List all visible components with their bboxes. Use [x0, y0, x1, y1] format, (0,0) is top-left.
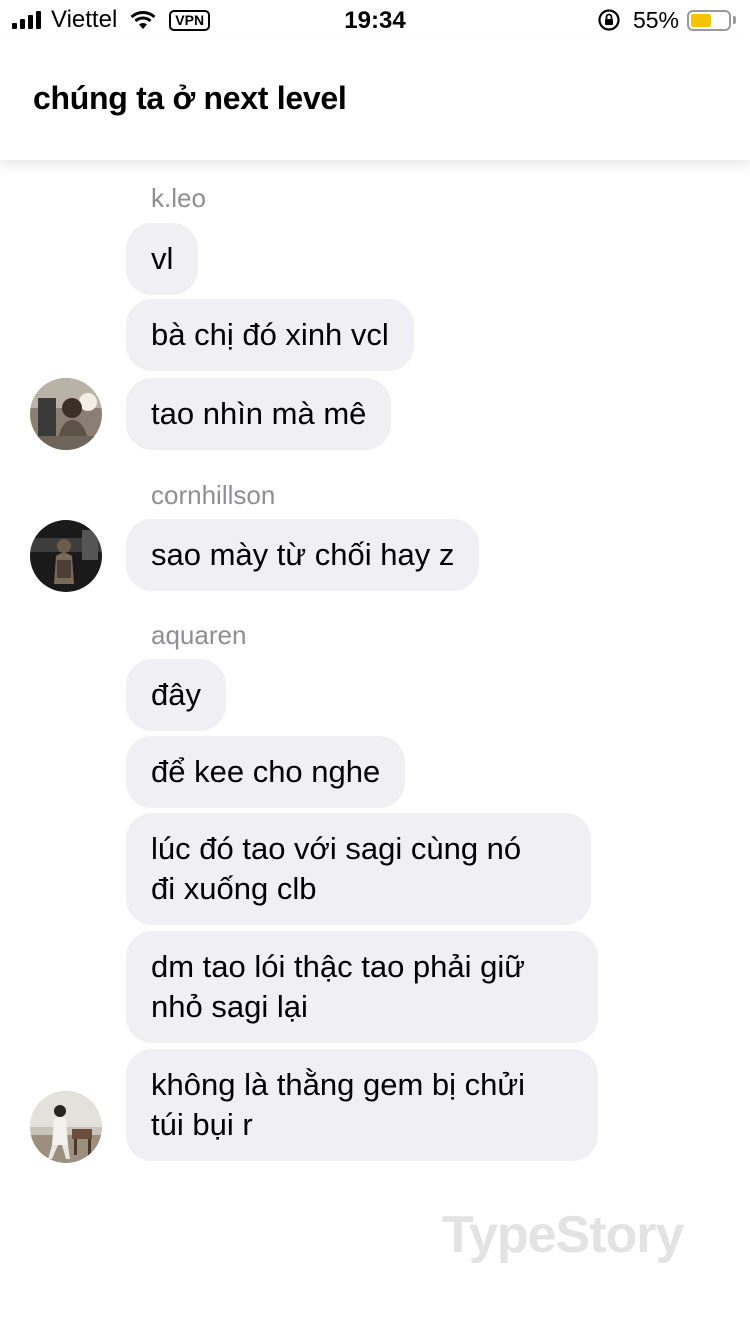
message-bubble[interactable]: tao nhìn mà mê [126, 378, 392, 450]
message-list[interactable]: k.leo vl bà chị đó xinh vcl tao nhìn mà … [0, 160, 750, 1334]
message-bubble[interactable]: sao mày từ chối hay z [126, 519, 480, 591]
message-bubble[interactable]: dm tao lói thậc tao phải giữ nhỏ sagi lạ… [126, 931, 598, 1043]
message-line: lúc đó tao với sagi cùng nó [151, 831, 522, 866]
avatar-cornhillson[interactable] [30, 520, 102, 592]
rotation-lock-icon [598, 9, 620, 31]
message-line: đi xuống clb [151, 871, 317, 906]
message-bubble[interactable]: không là thằng gem bị chửi túi bụi r [126, 1049, 598, 1161]
message-bubble[interactable]: lúc đó tao với sagi cùng nó đi xuống clb [126, 813, 591, 925]
avatar-k-leo[interactable] [30, 378, 102, 450]
chat-title[interactable]: chúng ta ở next level [33, 80, 347, 117]
sender-name: k.leo [151, 183, 206, 213]
chat-header: chúng ta ở next level [0, 40, 750, 160]
message-line: không là thằng gem bị chửi [151, 1067, 526, 1102]
battery-level [691, 13, 711, 27]
message-bubble[interactable]: vl [126, 223, 199, 295]
sender-name: cornhillson [151, 480, 276, 510]
status-bar: Viettel VPN 19:34 55% [0, 0, 750, 40]
message-bubble[interactable]: bà chị đó xinh vcl [126, 299, 414, 371]
message-line: túi bụi r [151, 1107, 253, 1142]
message-line: nhỏ sagi lại [151, 989, 308, 1024]
battery-percent: 55% [632, 6, 679, 33]
battery-icon [687, 9, 731, 31]
message-bubble[interactable]: đây [126, 659, 226, 731]
battery-cap [733, 16, 736, 24]
message-bubble[interactable]: để kee cho nghe [126, 736, 406, 808]
typestory-watermark: TypeStory [442, 1206, 684, 1264]
sender-name: aquaren [151, 620, 247, 650]
message-line: dm tao lói thậc tao phải giữ [151, 949, 526, 984]
avatar-aquaren[interactable] [30, 1091, 102, 1163]
